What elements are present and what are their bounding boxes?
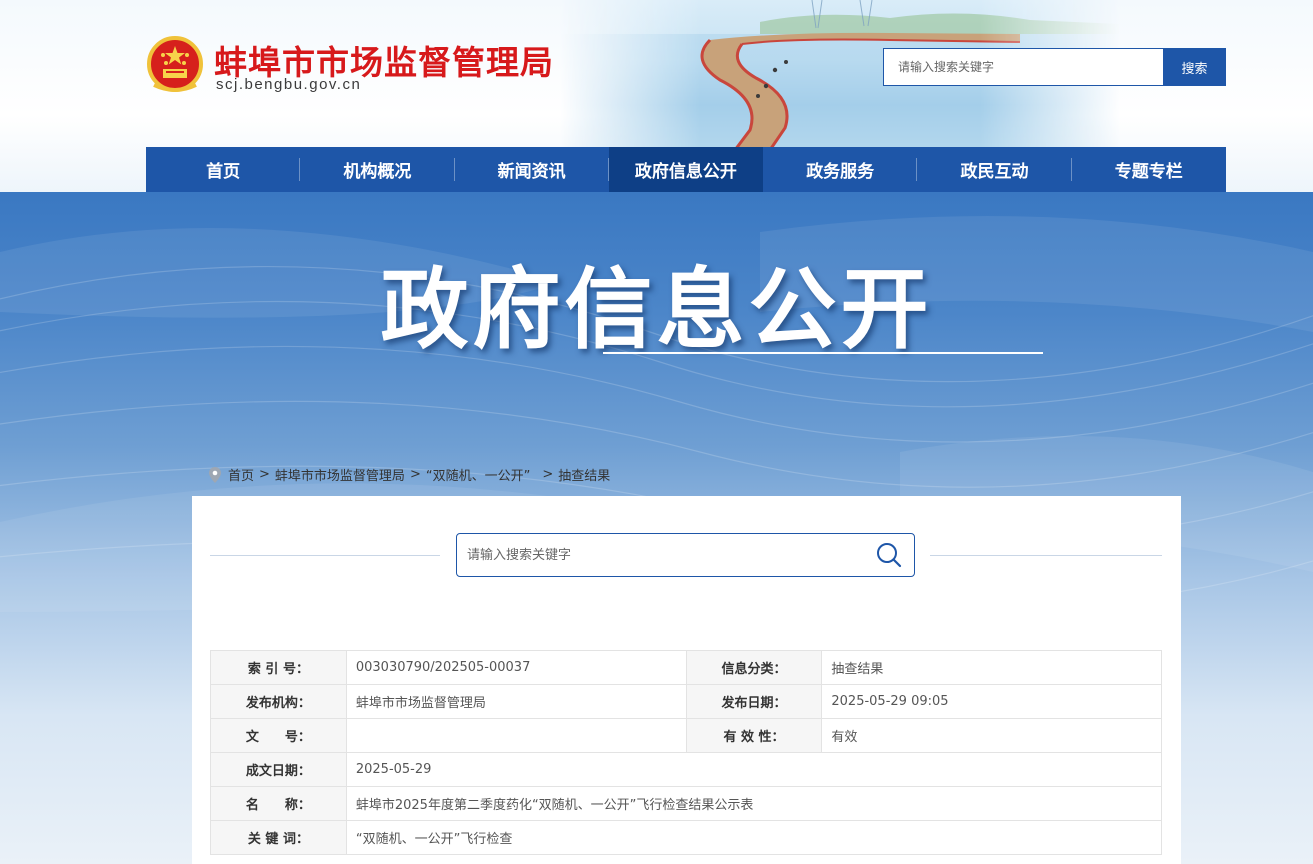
meta-label-name: 名 称： xyxy=(210,786,347,821)
search-icon[interactable] xyxy=(864,535,914,575)
meta-label-index-no: 索 引 号： xyxy=(210,650,347,685)
meta-label-publish-date: 发布日期： xyxy=(685,684,823,719)
banner-title: 政府信息公开 xyxy=(380,258,933,361)
site-url: scj.bengbu.gov.cn xyxy=(216,76,362,93)
table-row: 发布机构： 蚌埠市市场监督管理局 发布日期： 2025-05-29 09:05 xyxy=(210,684,1162,719)
nav-item-label: 政务服务 xyxy=(806,162,875,182)
banner-underline xyxy=(603,352,1043,354)
breadcrumb-double-random[interactable]: “双随机、一公开” xyxy=(426,465,530,484)
nav-item-label: 首页 xyxy=(206,162,241,182)
header-search: 搜索 xyxy=(883,48,1226,86)
meta-label-keywords: 关 键 词： xyxy=(210,820,347,855)
meta-value-name: 蚌埠市2025年度第二季度药化“双随机、一公开”飞行检查结果公示表 xyxy=(345,786,1163,821)
meta-value-keywords: “双随机、一公开”飞行检查 xyxy=(345,820,1163,855)
content-search-row xyxy=(210,533,1162,577)
nav-item-label: 政府信息公开 xyxy=(634,162,737,182)
breadcrumb-current[interactable]: 抽查结果 xyxy=(558,465,610,484)
breadcrumb-separator: > xyxy=(542,467,554,482)
meta-label-validity: 有 效 性： xyxy=(685,718,823,753)
national-emblem-icon xyxy=(147,36,203,92)
meta-value-publish-date: 2025-05-29 09:05 xyxy=(821,684,1162,719)
nav-item-label: 专题专栏 xyxy=(1114,162,1183,182)
breadcrumb-bureau[interactable]: 蚌埠市市场监督管理局 xyxy=(275,465,405,484)
meta-value-validity: 有效 xyxy=(821,718,1162,753)
nav-item-label: 机构概况 xyxy=(343,162,412,182)
meta-value-doc-no xyxy=(345,718,687,753)
meta-label-category: 信息分类： xyxy=(685,650,823,685)
table-row: 关 键 词： “双随机、一公开”飞行检查 xyxy=(210,820,1163,855)
meta-value-index-no: 003030790/202505-00037 xyxy=(345,650,687,685)
meta-label-publisher: 发布机构： xyxy=(210,684,347,719)
meta-value-category: 抽查结果 xyxy=(821,650,1162,685)
meta-label-created-date: 成文日期： xyxy=(210,752,347,787)
divider-line xyxy=(930,555,1162,556)
nav-item-label: 政民互动 xyxy=(960,162,1029,182)
divider-line xyxy=(210,555,440,556)
location-pin-icon xyxy=(209,466,221,483)
meta-label-doc-no: 文 号： xyxy=(210,718,347,753)
meta-value-created-date: 2025-05-29 xyxy=(345,752,1163,787)
main-nav: 首页 机构概况 新闻资讯 政府信息公开 政务服务 政民互动 专题专栏 xyxy=(146,147,1226,192)
table-row: 名 称： 蚌埠市2025年度第二季度药化“双随机、一公开”飞行检查结果公示表 xyxy=(210,786,1163,821)
breadcrumb-home[interactable]: 首页 xyxy=(228,465,254,484)
nav-item-label: 新闻资讯 xyxy=(497,162,566,182)
content-search-input[interactable] xyxy=(457,535,864,575)
nav-item-services[interactable]: 政务服务 xyxy=(763,147,918,192)
nav-item-topics[interactable]: 专题专栏 xyxy=(1072,147,1226,192)
meta-value-publisher: 蚌埠市市场监督管理局 xyxy=(345,684,687,719)
nav-item-gov-info[interactable]: 政府信息公开 xyxy=(608,147,764,192)
breadcrumb: 首页 > 蚌埠市市场监督管理局 > “双随机、一公开” > 抽查结果 xyxy=(209,465,610,484)
nav-item-news[interactable]: 新闻资讯 xyxy=(455,147,609,192)
content-search-box xyxy=(456,533,915,577)
table-row: 文 号： 有 效 性： 有效 xyxy=(210,718,1162,753)
document-metadata-table: 索 引 号： 003030790/202505-00037 信息分类： 抽查结果… xyxy=(210,650,1163,855)
breadcrumb-separator: > xyxy=(409,467,421,482)
header-search-input[interactable] xyxy=(883,48,1163,86)
content-card: 索 引 号： 003030790/202505-00037 信息分类： 抽查结果… xyxy=(192,496,1181,864)
nav-item-home[interactable]: 首页 xyxy=(146,147,301,192)
table-row: 成文日期： 2025-05-29 xyxy=(210,752,1163,787)
nav-item-about[interactable]: 机构概况 xyxy=(300,147,455,192)
header-search-button[interactable]: 搜索 xyxy=(1163,48,1226,86)
nav-item-interaction[interactable]: 政民互动 xyxy=(917,147,1072,192)
breadcrumb-separator: > xyxy=(259,467,270,482)
table-row: 索 引 号： 003030790/202505-00037 信息分类： 抽查结果 xyxy=(210,650,1162,685)
